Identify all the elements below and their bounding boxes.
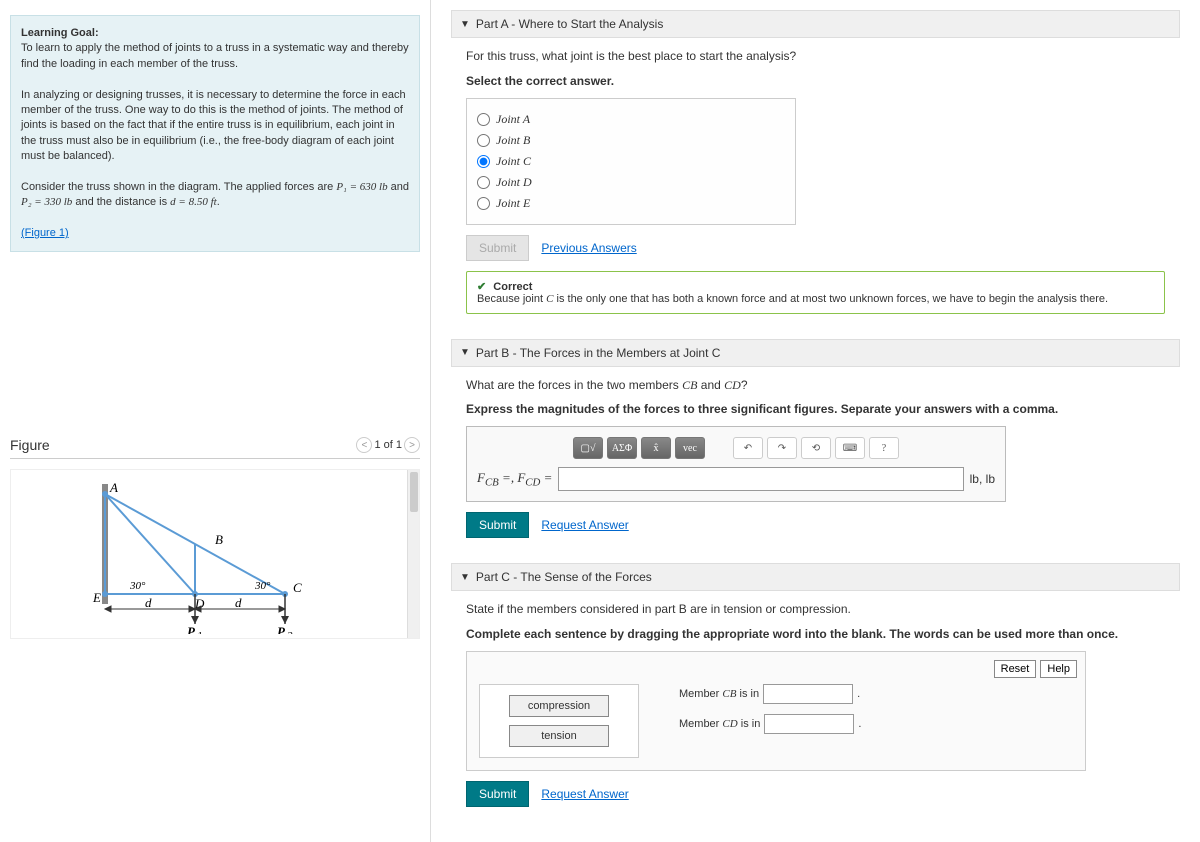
pager-prev-button[interactable]: < (356, 437, 372, 453)
units-label: lb, lb (970, 472, 995, 486)
figure-title: Figure (10, 437, 50, 453)
feedback-label: Correct (493, 281, 532, 293)
svg-text:B: B (215, 532, 223, 547)
choice-joint-a[interactable]: Joint A (477, 109, 785, 130)
part-b-title: Part B - The Forces in the Members at Jo… (476, 346, 721, 360)
part-a-question: For this truss, what joint is the best p… (466, 48, 1165, 65)
figure-canvas: A B C D E 30° 30° P1 P2 dd (10, 469, 420, 639)
goal-text-2: In analyzing or designing trusses, it is… (21, 89, 406, 163)
figure-scrollbar[interactable] (407, 470, 419, 638)
part-b-answer-input[interactable] (558, 467, 963, 491)
svg-text:30°: 30° (129, 580, 146, 592)
choice-joint-d[interactable]: Joint D (477, 172, 785, 193)
help-button[interactable]: Help (1040, 660, 1077, 678)
figure-link[interactable]: (Figure 1) (21, 227, 69, 239)
sorting-panel: Reset Help compression tension Member CB… (466, 651, 1086, 771)
svg-text:C: C (293, 580, 302, 595)
svg-text:E: E (92, 590, 101, 605)
part-a-title: Part A - Where to Start the Analysis (476, 17, 663, 31)
reset-button[interactable]: Reset (994, 660, 1037, 678)
part-b-question: What are the forces in the two members C… (466, 377, 1165, 394)
input-label: FCB =, FCD = (477, 470, 552, 489)
part-a-submit-button: Submit (466, 235, 529, 261)
p1-value: P₁ = 630 lb (336, 181, 387, 193)
chip-compression[interactable]: compression (509, 695, 609, 717)
reset-icon[interactable]: ⟲ (801, 437, 831, 459)
figure-pager: < 1 of 1 > (356, 437, 420, 453)
caret-down-icon: ▼ (460, 572, 470, 583)
svg-text:d: d (145, 595, 152, 610)
part-b-input-panel: ▢√ ΑΣΦ x̂ vec ↶ ↷ ⟲ ⌨ ? FCB =, FCD = lb,… (466, 426, 1006, 502)
part-c-header[interactable]: ▼ Part C - The Sense of the Forces (451, 563, 1180, 591)
part-b-instr: Express the magnitudes of the forces to … (466, 401, 1165, 418)
part-a-instr: Select the correct answer. (466, 73, 1165, 90)
pager-text: 1 of 1 (374, 439, 402, 451)
part-c-request-answer-link[interactable]: Request Answer (541, 787, 628, 801)
svg-text:30°: 30° (254, 580, 271, 592)
undo-icon[interactable]: ↶ (733, 437, 763, 459)
choice-joint-e[interactable]: Joint E (477, 193, 785, 214)
part-c-title: Part C - The Sense of the Forces (476, 570, 652, 584)
part-c-submit-button[interactable]: Submit (466, 781, 529, 807)
choice-joint-c[interactable]: Joint C (477, 151, 785, 172)
chip-tension[interactable]: tension (509, 725, 609, 747)
goal-text-3b: and the distance is (75, 196, 170, 208)
svg-text:1: 1 (197, 630, 203, 634)
part-b-submit-button[interactable]: Submit (466, 512, 529, 538)
part-a-header[interactable]: ▼ Part A - Where to Start the Analysis (451, 10, 1180, 38)
redo-icon[interactable]: ↷ (767, 437, 797, 459)
p2-value: P₂ = 330 lb (21, 196, 72, 208)
goal-text-1: To learn to apply the method of joints t… (21, 42, 409, 69)
scripts-icon[interactable]: x̂ (641, 437, 671, 459)
feedback-text: Because joint C is the only one that has… (477, 293, 1108, 305)
help-icon[interactable]: ? (869, 437, 899, 459)
goal-text-3a: Consider the truss shown in the diagram.… (21, 181, 336, 193)
previous-answers-link[interactable]: Previous Answers (541, 241, 636, 255)
templates-icon[interactable]: ▢√ (573, 437, 603, 459)
choice-joint-b[interactable]: Joint B (477, 130, 785, 151)
goal-heading: Learning Goal: (21, 27, 99, 39)
target-row-cd: Member CD is in . (679, 714, 861, 734)
drop-slot-cb[interactable] (763, 684, 853, 704)
d-value: d = 8.50 ft (170, 196, 217, 208)
svg-text:d: d (235, 595, 242, 610)
svg-text:A: A (109, 480, 118, 495)
truss-diagram: A B C D E 30° 30° P1 P2 dd (65, 474, 365, 634)
part-b-header[interactable]: ▼ Part B - The Forces in the Members at … (451, 339, 1180, 367)
learning-goal-box: Learning Goal: To learn to apply the met… (10, 15, 420, 252)
caret-down-icon: ▼ (460, 347, 470, 358)
caret-down-icon: ▼ (460, 19, 470, 30)
drop-slot-cd[interactable] (764, 714, 854, 734)
check-icon: ✔ (477, 281, 486, 293)
part-b-request-answer-link[interactable]: Request Answer (541, 518, 628, 532)
part-a-choices: Joint A Joint B Joint C Joint D Joint E (466, 98, 796, 225)
part-c-question: State if the members considered in part … (466, 601, 1165, 618)
part-a-feedback: ✔ Correct Because joint C is the only on… (466, 271, 1165, 314)
svg-text:2: 2 (287, 630, 293, 634)
svg-text:P: P (187, 624, 196, 634)
keyboard-icon[interactable]: ⌨ (835, 437, 865, 459)
part-c-instr: Complete each sentence by dragging the a… (466, 626, 1165, 643)
pager-next-button[interactable]: > (404, 437, 420, 453)
svg-text:P: P (277, 624, 286, 634)
chip-source: compression tension (479, 684, 639, 758)
target-row-cb: Member CB is in . (679, 684, 861, 704)
vec-icon[interactable]: vec (675, 437, 705, 459)
symbols-icon[interactable]: ΑΣΦ (607, 437, 637, 459)
